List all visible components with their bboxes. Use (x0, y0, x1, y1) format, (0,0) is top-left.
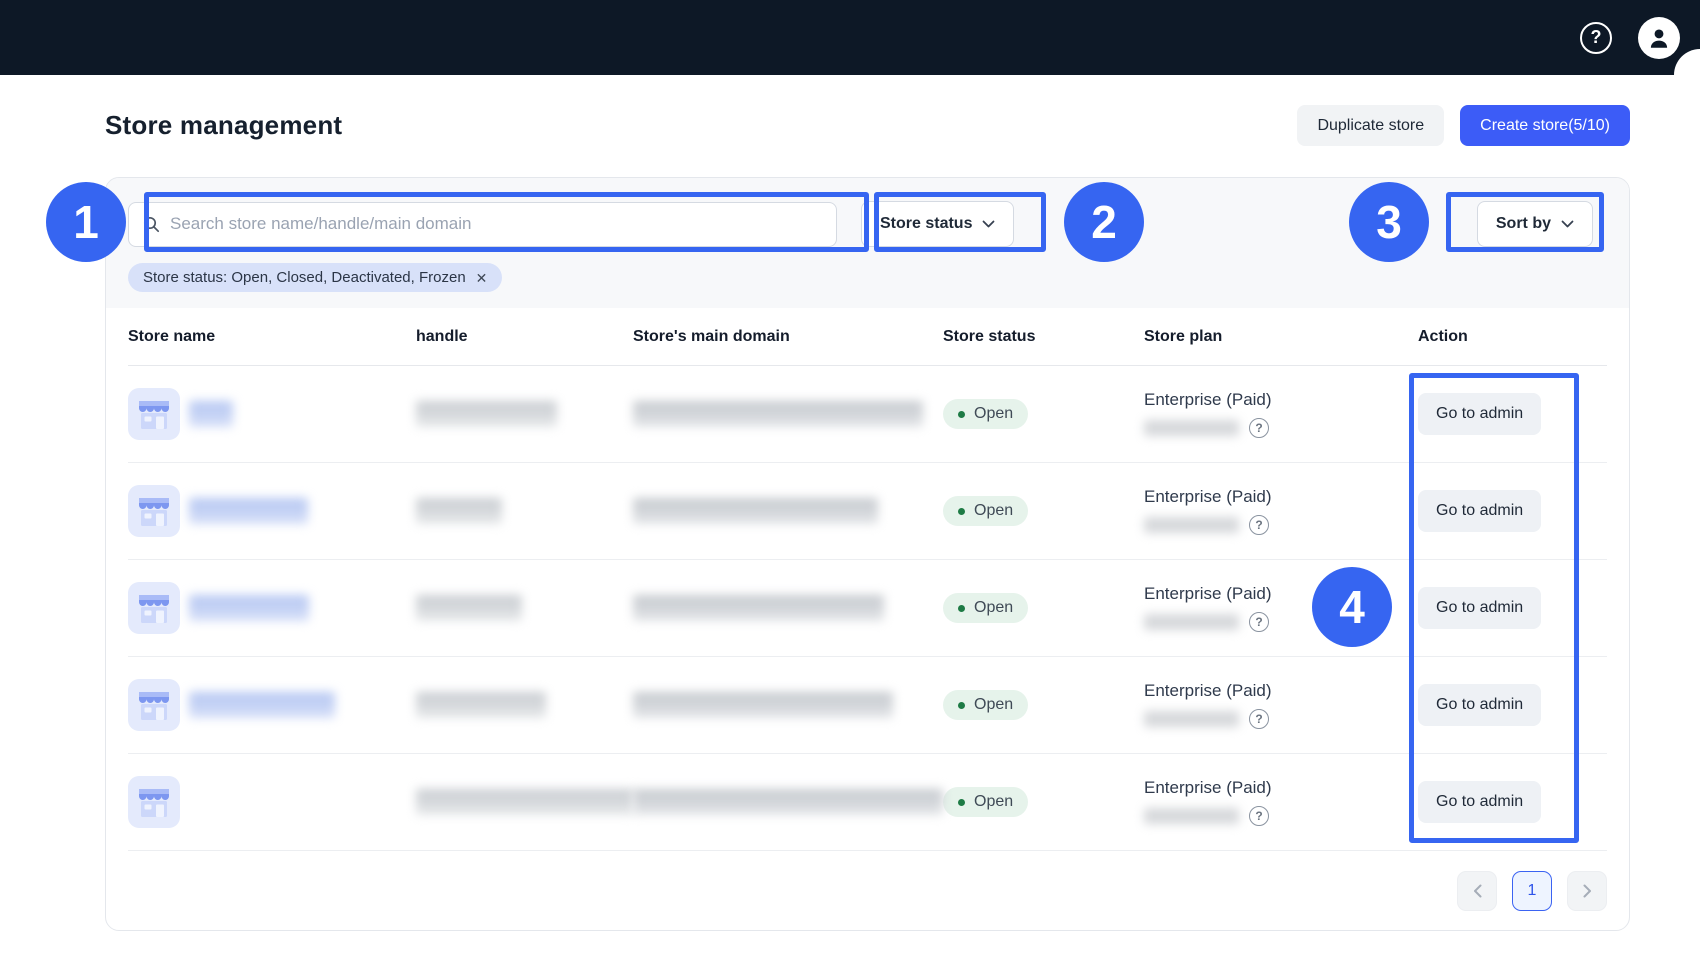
store-plan-label: Enterprise (Paid) (1144, 487, 1418, 507)
status-badge: Open (943, 399, 1028, 429)
column-header-main-domain: Store's main domain (633, 328, 943, 346)
plan-date-redacted (1144, 711, 1239, 727)
handle-redacted (416, 789, 633, 815)
plan-help-icon[interactable]: ? (1249, 806, 1269, 826)
status-dot-icon (958, 702, 965, 709)
plan-date-redacted (1144, 808, 1239, 824)
status-badge: Open (943, 787, 1028, 817)
domain-redacted (633, 401, 923, 427)
store-plan-label: Enterprise (Paid) (1144, 390, 1418, 410)
store-management-card: Store status Sort by Store status: Open,… (105, 177, 1630, 931)
page-title: Store management (105, 110, 342, 141)
content-rounded-corner (1674, 49, 1700, 75)
active-filter-chip[interactable]: Store status: Open, Closed, Deactivated,… (128, 263, 502, 292)
go-to-admin-button[interactable]: Go to admin (1418, 587, 1541, 629)
plan-help-icon[interactable]: ? (1249, 612, 1269, 632)
storefront-icon (128, 582, 180, 634)
status-dot-icon (958, 799, 965, 806)
storefront-icon (128, 485, 180, 537)
store-plan-label: Enterprise (Paid) (1144, 681, 1418, 701)
store-plan-label: Enterprise (Paid) (1144, 584, 1418, 604)
table-row: Open Enterprise (Paid)? Go to admin (128, 366, 1607, 463)
table-row: Open Enterprise (Paid)? Go to admin (128, 657, 1607, 754)
search-box[interactable] (128, 202, 837, 247)
create-store-button[interactable]: Create store(5/10) (1460, 105, 1630, 146)
plan-date-redacted (1144, 614, 1239, 630)
pagination-next-button[interactable] (1567, 871, 1607, 911)
column-header-store-status: Store status (943, 328, 1144, 346)
column-header-handle: handle (416, 328, 633, 346)
column-header-action: Action (1418, 328, 1607, 346)
person-icon (1646, 25, 1672, 51)
status-badge: Open (943, 496, 1028, 526)
store-status-dropdown[interactable]: Store status (861, 201, 1014, 247)
status-badge: Open (943, 690, 1028, 720)
plan-help-icon[interactable]: ? (1249, 418, 1269, 438)
table-row: Open Enterprise (Paid)? Go to admin (128, 754, 1607, 851)
chip-close-icon[interactable]: ✕ (476, 271, 488, 285)
status-badge: Open (943, 593, 1028, 623)
filters-section: Store status Sort by Store status: Open,… (106, 178, 1629, 308)
store-name-redacted (189, 595, 309, 621)
help-icon[interactable]: ? (1580, 22, 1612, 54)
pagination-page-1-button[interactable]: 1 (1512, 871, 1552, 911)
handle-redacted (416, 595, 522, 621)
handle-redacted (416, 692, 546, 718)
table-header-row: Store name handle Store's main domain St… (128, 308, 1607, 366)
go-to-admin-button[interactable]: Go to admin (1418, 490, 1541, 532)
chevron-down-icon (982, 220, 995, 228)
chevron-down-icon (1561, 220, 1574, 228)
domain-redacted (633, 789, 943, 815)
table-row: Open Enterprise (Paid)? Go to admin (128, 560, 1607, 657)
search-icon (143, 216, 160, 233)
store-name-redacted (189, 498, 308, 524)
domain-redacted (633, 595, 884, 621)
chevron-left-icon (1473, 884, 1482, 898)
column-header-store-plan: Store plan (1144, 328, 1418, 346)
active-filter-chip-label: Store status: Open, Closed, Deactivated,… (143, 269, 466, 286)
storefront-icon (128, 776, 180, 828)
plan-help-icon[interactable]: ? (1249, 709, 1269, 729)
search-input[interactable] (170, 214, 822, 234)
stores-table: Store name handle Store's main domain St… (106, 308, 1629, 851)
store-name-redacted (189, 692, 335, 718)
handle-redacted (416, 401, 557, 427)
pagination-prev-button[interactable] (1457, 871, 1497, 911)
page-header: Store management Duplicate store Create … (0, 75, 1700, 146)
pagination: 1 (106, 851, 1629, 911)
store-status-dropdown-label: Store status (880, 215, 972, 233)
store-plan-label: Enterprise (Paid) (1144, 778, 1418, 798)
top-navigation-bar: ? (0, 0, 1700, 75)
plan-help-icon[interactable]: ? (1249, 515, 1269, 535)
domain-redacted (633, 692, 893, 718)
status-dot-icon (958, 605, 965, 612)
go-to-admin-button[interactable]: Go to admin (1418, 684, 1541, 726)
column-header-store-name: Store name (128, 328, 416, 346)
status-dot-icon (958, 411, 965, 418)
chevron-right-icon (1583, 884, 1592, 898)
plan-date-redacted (1144, 517, 1239, 533)
domain-redacted (633, 498, 878, 524)
header-actions: Duplicate store Create store(5/10) (1297, 105, 1630, 146)
status-dot-icon (958, 508, 965, 515)
plan-date-redacted (1144, 420, 1239, 436)
sort-by-dropdown-label: Sort by (1496, 215, 1551, 233)
storefront-icon (128, 679, 180, 731)
duplicate-store-button[interactable]: Duplicate store (1297, 105, 1444, 146)
sort-by-dropdown[interactable]: Sort by (1477, 201, 1593, 247)
user-avatar[interactable] (1638, 17, 1680, 59)
go-to-admin-button[interactable]: Go to admin (1418, 393, 1541, 435)
handle-redacted (416, 498, 502, 524)
table-row: Open Enterprise (Paid)? Go to admin (128, 463, 1607, 560)
store-name-redacted (189, 401, 233, 427)
go-to-admin-button[interactable]: Go to admin (1418, 781, 1541, 823)
storefront-icon (128, 388, 180, 440)
